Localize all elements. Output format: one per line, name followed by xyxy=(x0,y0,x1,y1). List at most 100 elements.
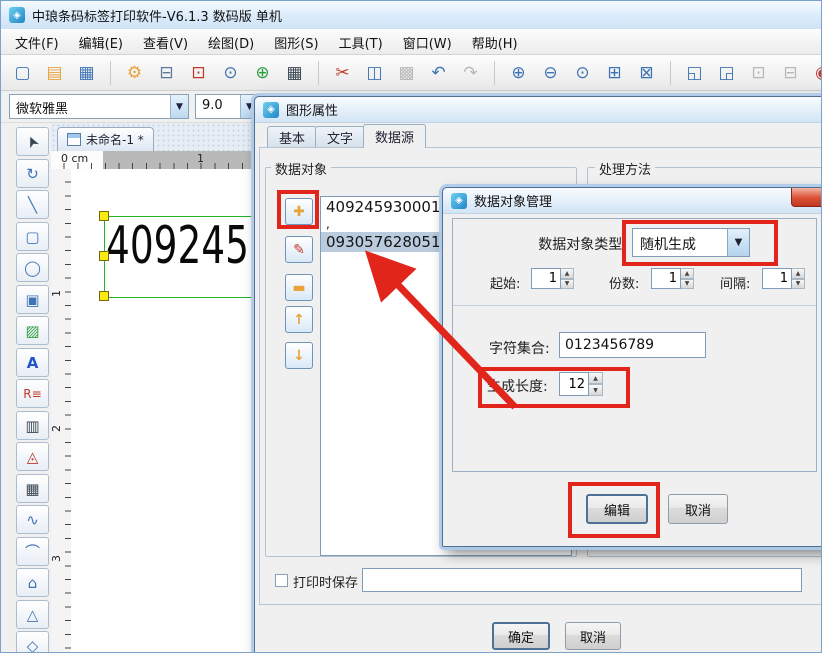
fit-page-icon[interactable]: ⊞ xyxy=(601,59,628,86)
remove-data-object-button[interactable]: ▬ xyxy=(285,274,313,301)
document-tab[interactable]: 未命名-1 * xyxy=(57,127,154,151)
copies-value[interactable] xyxy=(651,268,681,289)
bring-to-front-icon[interactable]: ◱ xyxy=(681,59,708,86)
save-on-print-checkbox[interactable] xyxy=(275,574,288,587)
spin-up-icon[interactable]: ▲ xyxy=(589,372,603,384)
tab-text[interactable]: 文字 xyxy=(315,126,365,147)
font-size-combo[interactable]: 9.0 ▼ xyxy=(195,94,259,119)
send-to-back-icon[interactable]: ◲ xyxy=(713,59,740,86)
selection-rectangle[interactable] xyxy=(104,216,266,298)
qr-code-tool[interactable]: ▦ xyxy=(16,474,49,503)
menu-tools[interactable]: 工具(T) xyxy=(329,30,393,54)
move-up-button[interactable]: ↑ xyxy=(285,306,313,333)
selection-handle[interactable] xyxy=(99,291,109,301)
rich-text-tool[interactable]: R≡ xyxy=(16,379,49,408)
ok-button[interactable]: 确定 xyxy=(492,622,550,650)
rounded-rect-tool[interactable]: ▢ xyxy=(16,222,49,251)
line-tool[interactable]: ╲ xyxy=(16,190,49,219)
database-add-icon[interactable]: ⊕ xyxy=(249,59,276,86)
grid-icon[interactable]: ▦ xyxy=(281,59,308,86)
data-object-type-combo[interactable]: 随机生成 ▼ xyxy=(632,228,750,257)
move-down-button[interactable]: ↓ xyxy=(285,342,313,369)
length-value[interactable] xyxy=(559,372,589,396)
rotate-tool[interactable]: ↻ xyxy=(16,159,49,188)
selection-handle[interactable] xyxy=(99,251,109,261)
start-spinner[interactable]: ▲▼ xyxy=(531,268,574,289)
spin-down-icon[interactable]: ▼ xyxy=(589,384,603,396)
start-label: 起始: xyxy=(490,273,520,292)
chevron-down-icon[interactable]: ▼ xyxy=(727,229,749,256)
menu-edit[interactable]: 编辑(E) xyxy=(69,30,133,54)
qr-code-icon: ▦ xyxy=(25,480,39,498)
new-document-icon[interactable]: ▢ xyxy=(9,59,36,86)
curve-tool[interactable]: ∿ xyxy=(16,505,49,534)
ruler-tick-label: 3 xyxy=(50,555,63,562)
down-arrow-icon: ↓ xyxy=(293,348,305,364)
fit-selection-icon[interactable]: ⊠ xyxy=(633,59,660,86)
start-value[interactable] xyxy=(531,268,561,289)
manager-dialog-titlebar[interactable]: ◈ 数据对象管理 xyxy=(443,188,822,214)
edit-data-object-button[interactable]: ✎ xyxy=(285,236,313,263)
arc-icon: ⌒ xyxy=(25,541,40,562)
close-button[interactable] xyxy=(791,188,822,207)
hide-object-icon[interactable]: ◉ xyxy=(809,59,822,86)
menu-graphic[interactable]: 图形(S) xyxy=(264,30,328,54)
tab-basic[interactable]: 基本 xyxy=(267,126,317,147)
zoom-out-icon[interactable]: ⊖ xyxy=(537,59,564,86)
document-tab-title: 未命名-1 * xyxy=(86,131,144,148)
spin-down-icon[interactable]: ▼ xyxy=(561,279,574,290)
copy-icon[interactable]: ◫ xyxy=(361,59,388,86)
menu-draw[interactable]: 绘图(D) xyxy=(198,30,264,54)
print-preview-icon[interactable]: ⊡ xyxy=(185,59,212,86)
menu-view[interactable]: 查看(V) xyxy=(133,30,198,54)
add-data-object-button[interactable]: ✚ xyxy=(285,198,313,225)
font-family-combo[interactable]: 微软雅黑 ▼ xyxy=(9,94,189,119)
manager-cancel-button[interactable]: 取消 xyxy=(668,494,728,524)
cancel-button[interactable]: 取消 xyxy=(565,622,621,650)
triangle-tool[interactable]: △ xyxy=(16,600,49,629)
spin-down-icon[interactable]: ▼ xyxy=(792,279,805,290)
menu-help[interactable]: 帮助(H) xyxy=(462,30,528,54)
zoom-in-icon[interactable]: ⊕ xyxy=(505,59,532,86)
toolbar-separator xyxy=(670,61,671,85)
copies-spinner[interactable]: ▲▼ xyxy=(651,268,694,289)
shape-tool[interactable]: ◬ xyxy=(16,442,49,471)
cut-icon[interactable]: ✂ xyxy=(329,59,356,86)
picture-frame-tool[interactable]: ▣ xyxy=(16,285,49,314)
undo-icon[interactable]: ↶ xyxy=(425,59,452,86)
image-tool[interactable]: ▨ xyxy=(16,316,49,345)
open-folder-icon[interactable]: ▤ xyxy=(41,59,68,86)
shape-icon: ◬ xyxy=(27,448,39,466)
menu-window[interactable]: 窗口(W) xyxy=(393,30,462,54)
print-icon[interactable]: ⊟ xyxy=(153,59,180,86)
interval-spinner[interactable]: ▲▼ xyxy=(762,268,805,289)
select-tool[interactable]: ➤ xyxy=(16,127,49,156)
save-on-print-field[interactable] xyxy=(362,568,802,592)
ellipse-tool[interactable]: ◯ xyxy=(16,253,49,282)
ellipse-icon: ◯ xyxy=(24,259,41,277)
menu-file[interactable]: 文件(F) xyxy=(5,30,69,54)
polygon-tool[interactable]: ⌂ xyxy=(16,568,49,597)
spin-down-icon[interactable]: ▼ xyxy=(681,279,694,290)
diamond-tool[interactable]: ◇ xyxy=(16,631,49,653)
length-spinner[interactable]: ▲▼ xyxy=(559,372,603,396)
text-tool[interactable]: A xyxy=(16,348,49,377)
chevron-down-icon[interactable]: ▼ xyxy=(170,95,188,118)
spin-up-icon[interactable]: ▲ xyxy=(792,268,805,279)
charset-input[interactable] xyxy=(559,332,706,358)
properties-dialog-titlebar[interactable]: ◈ 图形属性 xyxy=(255,97,822,123)
selection-handle[interactable] xyxy=(99,211,109,221)
spin-up-icon[interactable]: ▲ xyxy=(681,268,694,279)
save-icon[interactable]: ▦ xyxy=(73,59,100,86)
page-setup-gear-icon[interactable]: ⚙ xyxy=(121,59,148,86)
cursor-arrow-icon: ➤ xyxy=(22,132,44,151)
arc-tool[interactable]: ⌒ xyxy=(16,537,49,566)
interval-value[interactable] xyxy=(762,268,792,289)
database-icon[interactable]: ⊙ xyxy=(217,59,244,86)
barcode-tool[interactable]: ▥ xyxy=(16,411,49,440)
spin-up-icon[interactable]: ▲ xyxy=(561,268,574,279)
tab-data-source[interactable]: 数据源 xyxy=(363,124,426,148)
edit-button[interactable]: 编辑 xyxy=(586,494,648,524)
zoom-icon[interactable]: ⊙ xyxy=(569,59,596,86)
main-toolbar: ▢ ▤ ▦ ⚙ ⊟ ⊡ ⊙ ⊕ ▦ ✂ ◫ ▩ ↶ ↷ ⊕ ⊖ ⊙ ⊞ ⊠ ◱ … xyxy=(1,55,822,91)
